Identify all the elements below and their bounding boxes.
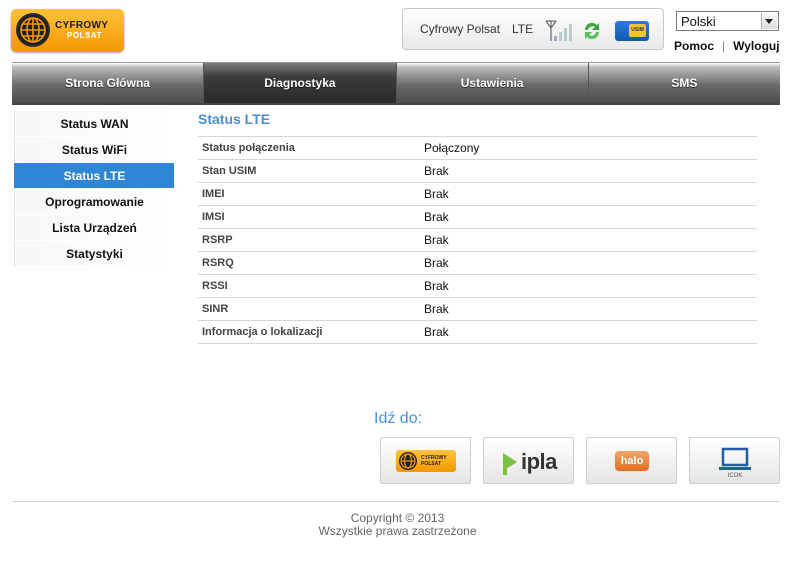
table-row: SINR Brak xyxy=(198,297,757,321)
mini-logo-text: CYFROWY POLSAT xyxy=(421,455,447,467)
chevron-down-icon[interactable] xyxy=(761,13,777,29)
footer-divider xyxy=(12,501,780,502)
icok-text: ICOK xyxy=(727,473,743,479)
row-label: Status połączenia xyxy=(198,136,424,160)
ipla-shortcut-button[interactable]: ipla xyxy=(483,437,574,484)
logout-link[interactable]: Wyloguj xyxy=(733,39,779,53)
connection-status-box: Cyfrowy Polsat LTE USIM xyxy=(402,8,664,50)
table-row: RSRP Brak xyxy=(198,228,757,252)
globe-icon xyxy=(399,452,417,470)
globe-icon xyxy=(16,13,50,47)
ipla-logo: ipla xyxy=(501,449,559,475)
laptop-icon xyxy=(719,447,751,470)
icok-shortcut-button[interactable]: ICOK xyxy=(689,437,780,484)
row-label: Stan USIM xyxy=(198,159,424,183)
sidebar: Status WAN Status WiFi Status LTE Oprogr… xyxy=(14,111,174,267)
top-links: Pomoc | Wyloguj xyxy=(674,39,780,53)
row-value: Brak xyxy=(424,297,757,321)
halo-logo: halo xyxy=(615,451,649,471)
table-row: Stan USIM Brak xyxy=(198,159,757,183)
help-link[interactable]: Pomoc xyxy=(674,39,714,53)
link-separator: | xyxy=(722,39,726,53)
table-row: Informacja o lokalizacji Brak xyxy=(198,320,757,344)
row-label: SINR xyxy=(198,297,424,321)
sidebar-item-lte-status[interactable]: Status LTE xyxy=(14,163,174,188)
table-row: IMEI Brak xyxy=(198,182,757,206)
row-label: RSRP xyxy=(198,228,424,252)
goto-label: Idź do: xyxy=(374,410,423,427)
halo-shortcut-button[interactable]: halo xyxy=(586,437,677,484)
row-value: Brak xyxy=(424,228,757,252)
sidebar-item-device-list[interactable]: Lista Urządzeń xyxy=(14,215,174,240)
network-type: LTE xyxy=(512,22,534,36)
lte-status-table: Status połączenia Połączony Stan USIM Brak… xyxy=(198,136,757,344)
usim-card-icon: USIM xyxy=(615,21,649,41)
cyfrowy-polsat-shortcut-button[interactable]: CYFROWY POLSAT xyxy=(380,437,471,484)
table-row: RSSI Brak xyxy=(198,274,757,298)
sidebar-item-wifi-status[interactable]: Status WiFi xyxy=(14,137,174,162)
row-value: Brak xyxy=(424,320,757,344)
play-icon xyxy=(503,453,517,475)
row-value: Połączony xyxy=(424,136,757,160)
row-value: Brak xyxy=(424,251,757,275)
page-title: Status LTE xyxy=(198,111,271,127)
cyfrowy-polsat-logo[interactable]: CYFROWY POLSAT xyxy=(11,9,124,52)
table-row: IMSI Brak xyxy=(198,205,757,229)
main-navigation: Strona Główna Diagnostyka Ustawienia SMS xyxy=(12,62,780,105)
logo-text-line1: CYFROWY xyxy=(55,20,109,31)
mini-logo-line2: POLSAT xyxy=(421,461,441,467)
tab-home[interactable]: Strona Główna xyxy=(12,63,205,103)
row-label: IMSI xyxy=(198,205,424,229)
tab-settings[interactable]: Ustawienia xyxy=(396,63,589,103)
sidebar-item-statistics[interactable]: Statystyki xyxy=(14,241,174,266)
rights-text: Wszystkie prawa zastrzeżone xyxy=(318,524,477,538)
row-label: RSSI xyxy=(198,274,424,298)
row-label: IMEI xyxy=(198,182,424,206)
language-selected-value: Polski xyxy=(681,14,716,29)
cyfrowy-polsat-logo-icon: CYFROWY POLSAT xyxy=(396,450,456,472)
sidebar-item-software[interactable]: Oprogramowanie xyxy=(14,189,174,214)
footer: Copyright © 2013 Wszystkie prawa zastrze… xyxy=(0,512,795,538)
table-row: Status połączenia Połączony xyxy=(198,136,757,160)
refresh-icon[interactable] xyxy=(581,20,603,42)
icok-logo: ICOK xyxy=(717,446,753,482)
language-select[interactable]: Polski xyxy=(676,11,779,31)
tab-diagnostics[interactable]: Diagnostyka xyxy=(204,63,397,103)
logo-text-line2: POLSAT xyxy=(67,31,102,40)
signal-bars-icon xyxy=(545,20,572,41)
row-value: Brak xyxy=(424,159,757,183)
row-label: Informacja o lokalizacji xyxy=(198,320,424,344)
ipla-text: ipla xyxy=(521,449,557,474)
row-value: Brak xyxy=(424,274,757,298)
row-value: Brak xyxy=(424,205,757,229)
row-label: RSRQ xyxy=(198,251,424,275)
operator-name: Cyfrowy Polsat xyxy=(420,22,501,36)
table-row: RSRQ Brak xyxy=(198,251,757,275)
tab-sms[interactable]: SMS xyxy=(588,63,780,103)
sidebar-item-wan-status[interactable]: Status WAN xyxy=(14,111,174,136)
row-value: Brak xyxy=(424,182,757,206)
usim-label: USIM xyxy=(629,24,646,37)
